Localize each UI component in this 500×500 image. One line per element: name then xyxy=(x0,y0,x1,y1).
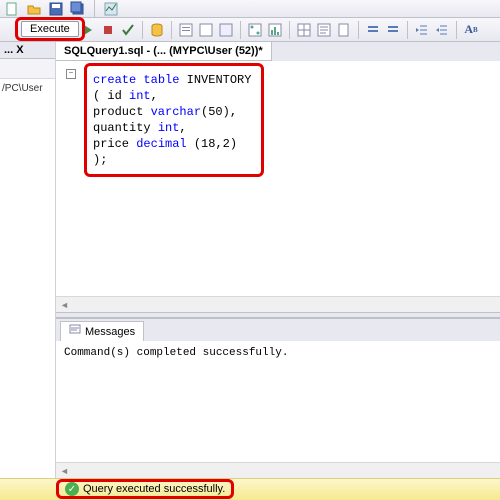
results-grid-icon[interactable] xyxy=(296,22,312,38)
results-text-icon[interactable] xyxy=(316,22,332,38)
indent-icon[interactable] xyxy=(414,22,430,38)
results-pane: Messages Command(s) completed successful… xyxy=(56,318,500,478)
toolbar-file xyxy=(0,0,500,18)
doc-tab-strip: SQLQuery1.sql - (... (MYPC\User (52))* xyxy=(56,42,500,61)
kw: int xyxy=(158,121,180,135)
code: ); xyxy=(93,153,107,167)
tree-node[interactable]: /PC\User xyxy=(0,79,55,98)
kw: int xyxy=(129,89,151,103)
results-tab-strip: Messages xyxy=(56,319,500,341)
messages-tab-label: Messages xyxy=(85,326,135,338)
execute-button[interactable]: Execute xyxy=(21,21,79,37)
save-icon[interactable] xyxy=(48,1,64,17)
status-highlight: ✓ Query executed successfully. xyxy=(56,479,234,499)
comment-icon[interactable] xyxy=(365,22,381,38)
kw: table xyxy=(136,73,179,87)
main-area: ... X /PC\User SQLQuery1.sql - (... (MYP… xyxy=(0,42,500,478)
editor-panel: SQLQuery1.sql - (... (MYPC\User (52))* −… xyxy=(56,42,500,478)
execute-highlight: Execute xyxy=(15,17,85,41)
sql-editor[interactable]: − create table INVENTORY ( id int, produ… xyxy=(56,61,500,296)
messages-tab[interactable]: Messages xyxy=(60,321,144,341)
h-scrollbar[interactable] xyxy=(56,462,500,478)
separator xyxy=(289,21,290,39)
panel-header: ... X xyxy=(0,42,55,59)
status-text: Query executed successfully. xyxy=(83,483,225,495)
separator xyxy=(456,21,457,39)
object-explorer-panel: ... X /PC\User xyxy=(0,42,56,478)
document-tab[interactable]: SQLQuery1.sql - (... (MYPC\User (52))* xyxy=(56,42,272,61)
kw: create xyxy=(93,73,136,87)
fold-icon[interactable]: − xyxy=(66,69,76,79)
code: (50), xyxy=(201,105,237,119)
separator xyxy=(94,0,95,18)
panel-title: ... X xyxy=(4,44,24,56)
save-all-icon[interactable] xyxy=(70,1,86,17)
specify-values-icon[interactable]: AB xyxy=(463,22,479,38)
include-stats-icon[interactable] xyxy=(267,22,283,38)
ident: INVENTORY xyxy=(179,73,251,87)
results-file-icon[interactable] xyxy=(336,22,352,38)
code-highlight: create table INVENTORY ( id int, product… xyxy=(84,63,264,177)
code: ( id xyxy=(93,89,129,103)
outdent-icon[interactable] xyxy=(434,22,450,38)
include-plan-icon[interactable] xyxy=(247,22,263,38)
parse-icon[interactable] xyxy=(120,22,136,38)
separator xyxy=(142,21,143,39)
separator xyxy=(171,21,172,39)
query-options-icon[interactable] xyxy=(198,22,214,38)
code: price xyxy=(93,137,136,151)
uncomment-icon[interactable] xyxy=(385,22,401,38)
db-icon[interactable] xyxy=(149,22,165,38)
code: product xyxy=(93,105,151,119)
panel-toolbar xyxy=(0,59,55,79)
code: , xyxy=(151,89,158,103)
separator xyxy=(240,21,241,39)
separator xyxy=(407,21,408,39)
estimated-plan-icon[interactable] xyxy=(178,22,194,38)
message-line: Command(s) completed successfully. xyxy=(64,347,492,359)
intellisense-icon[interactable] xyxy=(218,22,234,38)
separator xyxy=(358,21,359,39)
messages-body[interactable]: Command(s) completed successfully. xyxy=(56,341,500,462)
kw: varchar xyxy=(151,105,201,119)
code: , xyxy=(179,121,186,135)
code: (18,2) xyxy=(187,137,237,151)
code: quantity xyxy=(93,121,158,135)
activity-icon[interactable] xyxy=(103,1,119,17)
messages-icon xyxy=(69,324,81,339)
h-scrollbar[interactable] xyxy=(56,296,500,312)
success-check-icon: ✓ xyxy=(65,482,79,496)
new-icon[interactable] xyxy=(4,1,20,17)
stop-icon[interactable] xyxy=(100,22,116,38)
open-icon[interactable] xyxy=(26,1,42,17)
kw: decimal xyxy=(136,137,186,151)
